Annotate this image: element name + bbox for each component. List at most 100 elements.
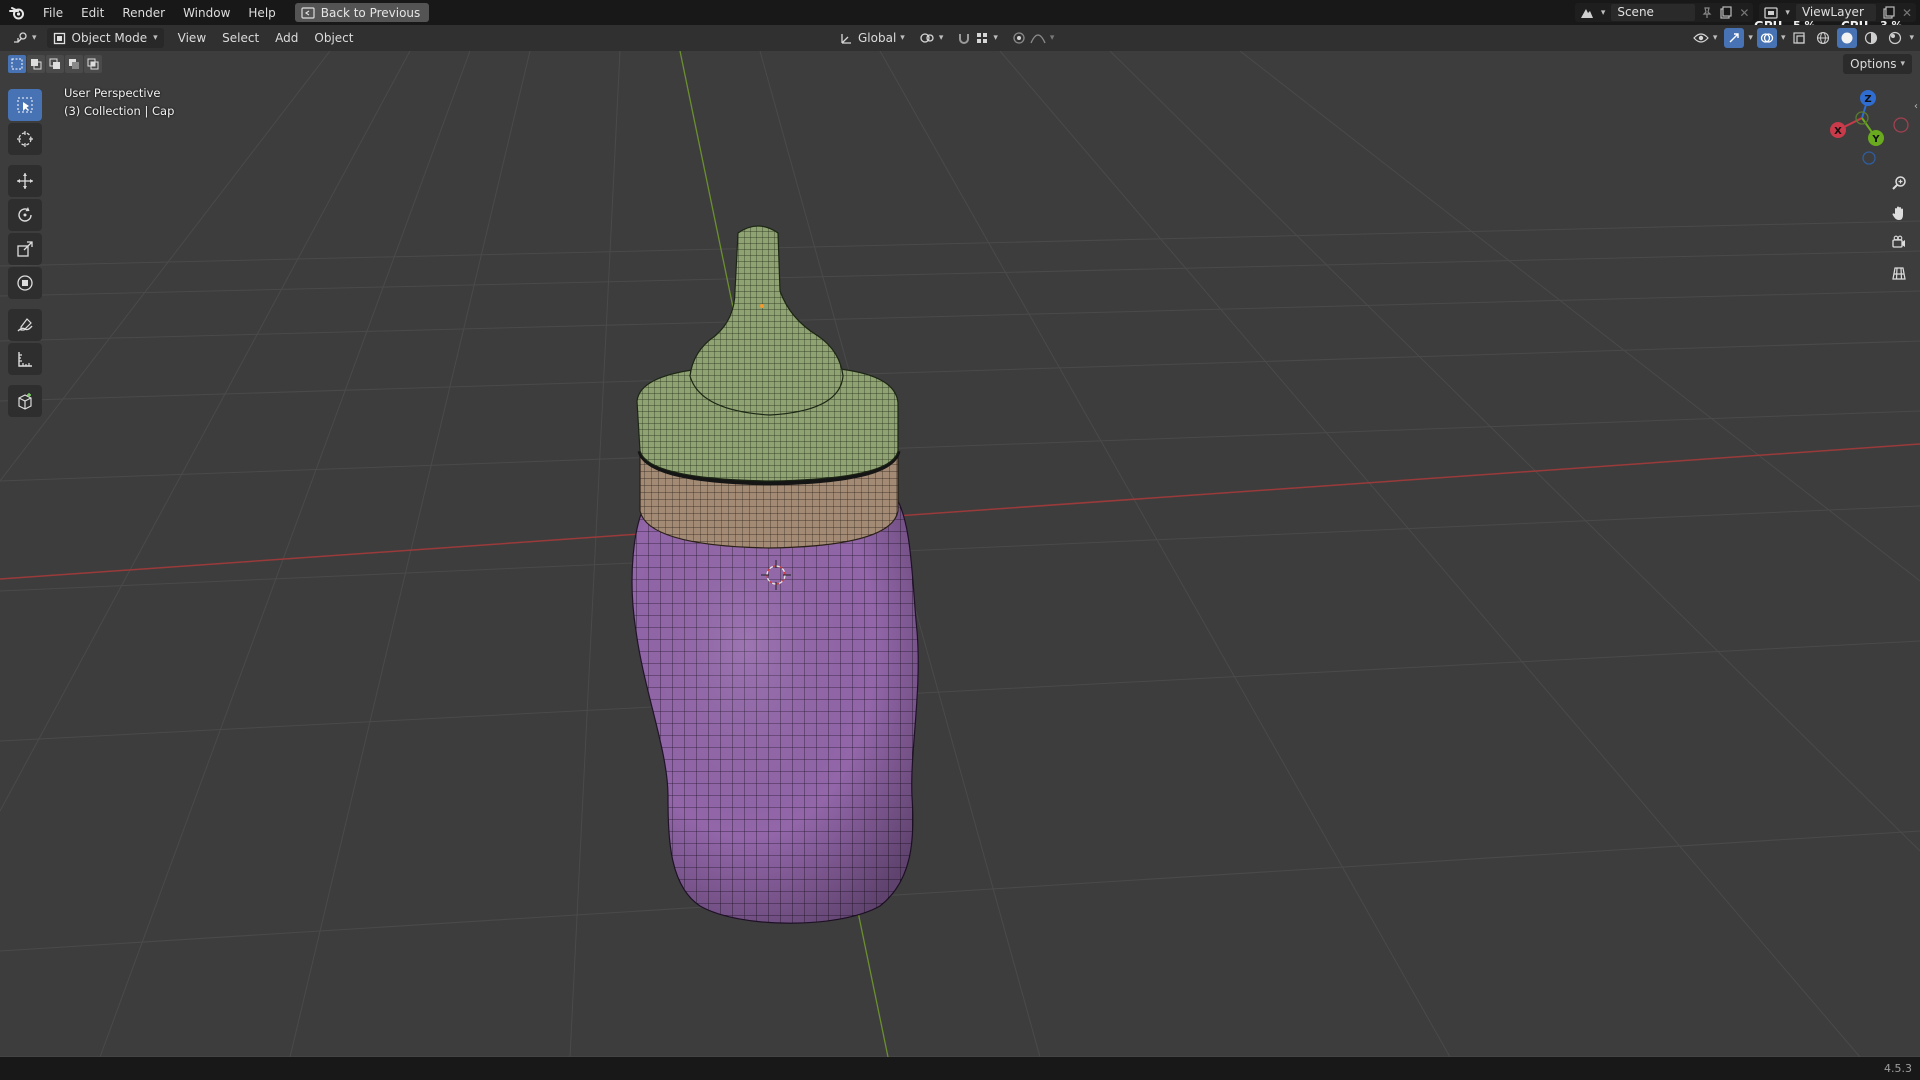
gizmo-x-label: X [1834, 126, 1842, 137]
menu-window[interactable]: Window [174, 6, 239, 20]
transform-controls: Global ▾ ▾ ▾ ▾ [836, 25, 1058, 51]
transform-orientation-label: Global [858, 31, 897, 45]
xray-toggle-button[interactable] [1789, 28, 1809, 48]
remove-scene-icon[interactable]: ✕ [1739, 6, 1749, 20]
select-intersect-button[interactable] [84, 55, 102, 73]
menu-edit[interactable]: Edit [72, 6, 113, 20]
viewport-header: ▾ Object Mode ▾ View Select Add Object G… [0, 25, 1920, 51]
snap-controls[interactable]: ▾ [953, 28, 1002, 48]
scene-name-field[interactable]: Scene [1611, 4, 1696, 21]
select-box-tool[interactable] [8, 89, 42, 121]
rendered-shading-button[interactable] [1885, 28, 1905, 48]
measure-tool[interactable] [8, 343, 42, 375]
rotate-tool[interactable] [8, 199, 42, 231]
back-to-previous-label: Back to Previous [320, 5, 421, 20]
remove-view-layer-icon[interactable]: ✕ [1902, 6, 1912, 20]
gizmo-toggle-button[interactable] [1724, 28, 1745, 48]
select-intersect-icon [87, 58, 99, 70]
cursor-tool[interactable] [8, 123, 42, 155]
transform-tool[interactable] [8, 267, 42, 299]
grid-view-icon [1892, 267, 1906, 280]
editor-type-selector[interactable]: ▾ [0, 28, 43, 48]
transform-orientation-dropdown[interactable]: Global ▾ [836, 28, 909, 48]
move-tool[interactable] [8, 165, 42, 197]
zoom-button[interactable] [1886, 170, 1912, 196]
x-axis-line [0, 443, 1920, 580]
menu-file[interactable]: File [34, 6, 72, 20]
material-preview-button[interactable] [1861, 28, 1881, 48]
overlays-toggle-button[interactable] [1756, 28, 1777, 48]
add-cube-icon [18, 393, 32, 410]
chevron-down-icon[interactable]: ▾ [1781, 33, 1786, 43]
viewport-canvas[interactable]: Z X Y [0, 51, 1920, 1057]
add-cube-tool[interactable] [8, 385, 42, 417]
chevron-down-icon[interactable]: ▾ [1909, 33, 1914, 43]
view-name-label: User Perspective [64, 86, 161, 100]
gizmo-z-label: Z [1864, 94, 1871, 105]
select-invert-button[interactable] [65, 55, 83, 73]
zoom-icon [1892, 176, 1906, 190]
select-new-button[interactable] [8, 55, 26, 73]
chevron-down-icon: ▾ [32, 33, 37, 43]
annotate-tool[interactable] [8, 309, 42, 341]
select-subtract-button[interactable] [46, 55, 64, 73]
toggle-perspective-button[interactable] [1886, 260, 1912, 286]
sidebar-toggle-icon[interactable]: ‹ [1914, 101, 1918, 112]
snap-magnet-icon[interactable] [957, 31, 971, 45]
object-mode-icon [53, 32, 65, 44]
cursor-icon [17, 131, 33, 147]
menu-add[interactable]: Add [267, 28, 306, 48]
chevron-down-icon: ▾ [900, 33, 905, 43]
new-scene-icon[interactable] [1719, 5, 1733, 20]
select-extend-button[interactable] [27, 55, 45, 73]
visibility-dropdown[interactable]: ▾ [1690, 28, 1721, 48]
scene-selector[interactable]: ▾ Scene ✕ [1574, 3, 1754, 22]
camera-icon [1892, 235, 1905, 248]
proportional-editing-icon[interactable] [1012, 31, 1026, 45]
camera-view-button[interactable] [1886, 230, 1912, 256]
scale-icon [17, 241, 33, 257]
blender-logo-icon[interactable] [0, 0, 34, 25]
baby-bottle-model[interactable] [631, 225, 919, 924]
proportional-editing-controls[interactable]: ▾ [1008, 28, 1059, 48]
menu-help[interactable]: Help [239, 6, 284, 20]
navigation-gizmo[interactable]: Z X Y [1830, 90, 1909, 165]
falloff-curve-icon[interactable] [1030, 31, 1046, 45]
chevron-down-icon: ▾ [938, 33, 944, 43]
chevron-down-icon: ▾ [1049, 33, 1055, 43]
menu-select[interactable]: Select [214, 28, 267, 48]
snap-increment-icon[interactable] [975, 31, 989, 45]
options-label: Options [1850, 57, 1897, 71]
pin-icon[interactable] [1701, 6, 1713, 19]
scale-tool[interactable] [8, 233, 42, 265]
chevron-down-icon[interactable]: ▾ [1748, 33, 1753, 43]
object-origin [760, 304, 764, 308]
3d-viewport[interactable]: Z X Y User Perspective (3) Collection | … [0, 51, 1920, 1057]
pan-hand-icon [1892, 206, 1903, 220]
pivot-point-dropdown[interactable]: ▾ [915, 28, 948, 48]
gizmo-neg-x[interactable] [1893, 117, 1909, 133]
back-screen-icon [301, 6, 315, 19]
solid-shading-button[interactable] [1837, 28, 1858, 48]
overlays-icon [1760, 33, 1774, 43]
transform-icon [17, 275, 33, 291]
select-box-icon [17, 97, 33, 113]
menu-object[interactable]: Object [306, 28, 361, 48]
scene-icon [1580, 8, 1593, 18]
rendered-sphere-icon [1889, 31, 1902, 45]
menu-render[interactable]: Render [113, 6, 174, 20]
object-mode-dropdown[interactable]: Object Mode ▾ [46, 28, 164, 48]
menu-view[interactable]: View [170, 28, 214, 48]
options-dropdown[interactable]: Options ▾ [1843, 54, 1912, 74]
move-icon [17, 173, 33, 189]
pan-button[interactable] [1886, 200, 1912, 226]
3d-viewport-icon [14, 32, 27, 43]
gizmo-neg-z[interactable] [1862, 151, 1876, 165]
eye-icon [1693, 33, 1709, 43]
new-view-layer-icon[interactable] [1882, 5, 1896, 20]
material-sphere-icon [1865, 31, 1878, 45]
wireframe-shading-button[interactable] [1813, 28, 1833, 48]
back-to-previous-button[interactable]: Back to Previous [294, 3, 430, 22]
bottle-nipple[interactable] [689, 225, 844, 416]
view-layer-icon [1764, 6, 1779, 19]
